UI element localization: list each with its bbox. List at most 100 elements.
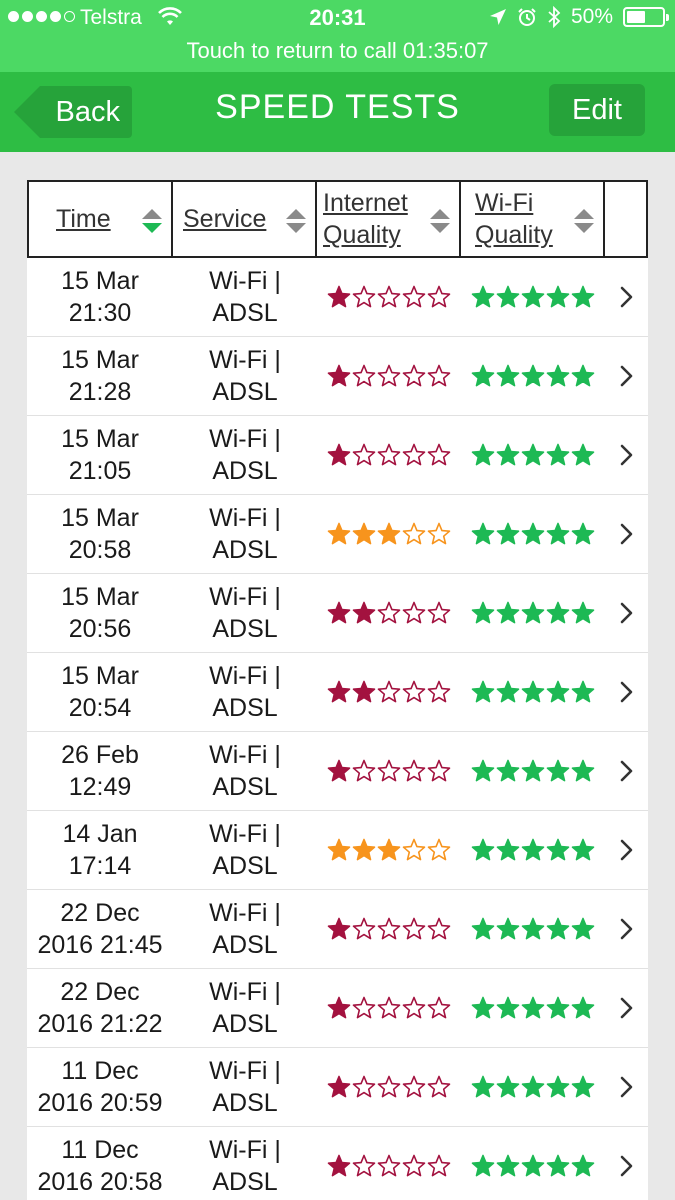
row-service-line: ADSL [212, 931, 278, 959]
star-empty-icon [352, 917, 376, 940]
row-time-date: 11 Dec [61, 1136, 139, 1164]
row-time: 15 Mar 21:28 [27, 344, 173, 408]
chevron-right-icon [620, 286, 632, 308]
table-row[interactable]: 26 Feb 12:49 Wi-Fi | ADSL [27, 732, 648, 811]
star-empty-icon [377, 996, 401, 1019]
row-disclosure[interactable] [605, 997, 648, 1019]
row-disclosure[interactable] [605, 523, 648, 545]
table-row[interactable]: 11 Dec 2016 20:59 Wi-Fi | ADSL [27, 1048, 648, 1127]
chevron-right-icon [620, 1155, 632, 1177]
row-service-line: ADSL [212, 1010, 278, 1038]
star-filled-icon [496, 601, 520, 624]
row-wifi-quality [461, 759, 605, 783]
wifi-quality-stars [471, 1075, 595, 1099]
table-row[interactable]: 22 Dec 2016 21:22 Wi-Fi | ADSL [27, 969, 648, 1048]
row-internet-quality [317, 285, 461, 309]
internet-quality-stars [327, 1154, 451, 1178]
row-service-type: Wi-Fi | [209, 1057, 281, 1085]
return-to-call-banner[interactable]: Touch to return to call 01:35:07 [0, 38, 675, 64]
row-internet-quality [317, 838, 461, 862]
row-service-line: ADSL [212, 694, 278, 722]
star-filled-icon [496, 838, 520, 861]
star-filled-icon [496, 680, 520, 703]
table-row[interactable]: 15 Mar 21:28 Wi-Fi | ADSL [27, 337, 648, 416]
wifi-quality-stars [471, 1154, 595, 1178]
star-filled-icon [521, 1075, 545, 1098]
star-empty-icon [427, 364, 451, 387]
row-disclosure[interactable] [605, 365, 648, 387]
row-service-line: ADSL [212, 378, 278, 406]
row-service-type: Wi-Fi | [209, 346, 281, 374]
row-time-clock: 2016 21:22 [37, 1010, 163, 1038]
table-row[interactable]: 15 Mar 21:05 Wi-Fi | ADSL [27, 416, 648, 495]
star-empty-icon [427, 680, 451, 703]
row-time-date: 22 Dec [60, 899, 140, 927]
star-filled-icon [327, 759, 351, 782]
row-disclosure[interactable] [605, 286, 648, 308]
row-service-type: Wi-Fi | [209, 820, 281, 848]
table-row[interactable]: 15 Mar 20:54 Wi-Fi | ADSL [27, 653, 648, 732]
row-disclosure[interactable] [605, 681, 648, 703]
row-time: 14 Jan 17:14 [27, 818, 173, 882]
table-row[interactable]: 14 Jan 17:14 Wi-Fi | ADSL [27, 811, 648, 890]
bluetooth-icon [548, 6, 561, 28]
star-filled-icon [521, 285, 545, 308]
table-row[interactable]: 15 Mar 20:56 Wi-Fi | ADSL [27, 574, 648, 653]
star-filled-icon [471, 443, 495, 466]
table-row[interactable]: 11 Dec 2016 20:58 Wi-Fi | ADSL [27, 1127, 648, 1200]
row-disclosure[interactable] [605, 1076, 648, 1098]
row-wifi-quality [461, 917, 605, 941]
wifi-quality-stars [471, 364, 595, 388]
row-time-clock: 21:05 [68, 457, 132, 485]
wifi-quality-stars [471, 917, 595, 941]
table-row[interactable]: 22 Dec 2016 21:45 Wi-Fi | ADSL [27, 890, 648, 969]
star-empty-icon [377, 1154, 401, 1177]
star-filled-icon [471, 996, 495, 1019]
row-disclosure[interactable] [605, 444, 648, 466]
star-filled-icon [546, 838, 570, 861]
star-filled-icon [571, 1154, 595, 1177]
row-service-type: Wi-Fi | [209, 741, 281, 769]
star-filled-icon [471, 838, 495, 861]
row-service: Wi-Fi | ADSL [173, 502, 317, 566]
star-empty-icon [377, 759, 401, 782]
row-wifi-quality [461, 1075, 605, 1099]
row-wifi-quality [461, 522, 605, 546]
edit-button[interactable]: Edit [549, 84, 645, 136]
column-header-time[interactable]: Time [29, 182, 173, 256]
row-wifi-quality [461, 996, 605, 1020]
row-disclosure[interactable] [605, 602, 648, 624]
star-filled-icon [327, 1154, 351, 1177]
row-time-clock: 2016 20:59 [37, 1089, 163, 1117]
star-filled-icon [571, 759, 595, 782]
row-disclosure[interactable] [605, 839, 648, 861]
star-filled-icon [546, 1075, 570, 1098]
star-filled-icon [327, 601, 351, 624]
star-filled-icon [377, 838, 401, 861]
nav-bar: Back SPEED TESTS Edit [0, 72, 675, 152]
chevron-right-icon [620, 760, 632, 782]
row-disclosure[interactable] [605, 1155, 648, 1177]
column-header-wifi-quality[interactable]: Wi-Fi Quality [461, 182, 605, 256]
star-empty-icon [377, 443, 401, 466]
table-row[interactable]: 15 Mar 20:58 Wi-Fi | ADSL [27, 495, 648, 574]
star-filled-icon [546, 1154, 570, 1177]
column-header-service[interactable]: Service [173, 182, 317, 256]
row-internet-quality [317, 1154, 461, 1178]
star-empty-icon [402, 601, 426, 624]
row-time-clock: 20:56 [68, 615, 132, 643]
star-empty-icon [402, 1154, 426, 1177]
table-row[interactable]: 15 Mar 21:30 Wi-Fi | ADSL [27, 258, 648, 337]
chevron-right-icon [620, 918, 632, 940]
star-filled-icon [546, 364, 570, 387]
row-time: 15 Mar 20:58 [27, 502, 173, 566]
row-wifi-quality [461, 443, 605, 467]
row-disclosure[interactable] [605, 918, 648, 940]
star-empty-icon [427, 522, 451, 545]
star-empty-icon [427, 996, 451, 1019]
star-empty-icon [377, 601, 401, 624]
column-header-internet-quality[interactable]: Internet Quality [317, 182, 461, 256]
star-empty-icon [427, 838, 451, 861]
star-filled-icon [546, 285, 570, 308]
row-disclosure[interactable] [605, 760, 648, 782]
